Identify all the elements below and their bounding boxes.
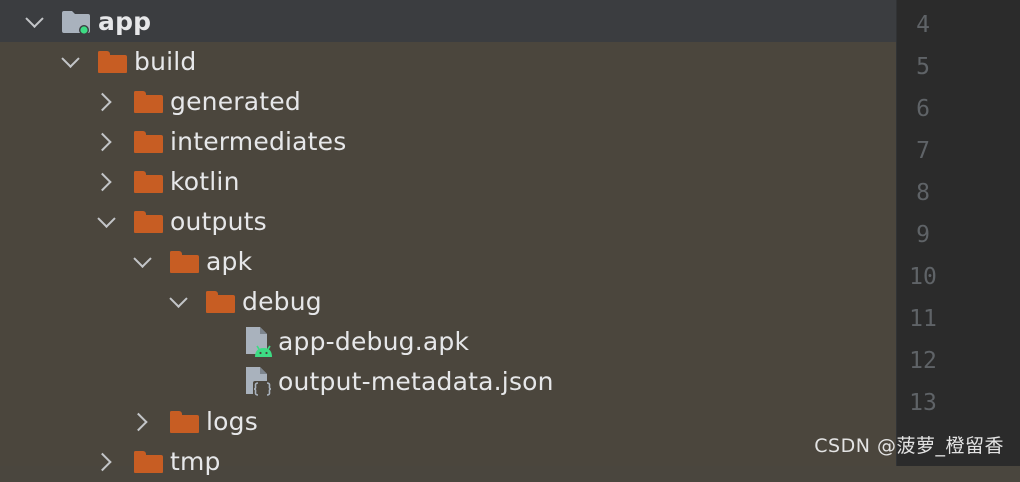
chevron-down-icon[interactable] <box>169 289 188 308</box>
tree-item-label: output-metadata.json <box>278 366 554 396</box>
tree-item-label: build <box>134 46 197 76</box>
tree-item-label: generated <box>170 86 301 116</box>
tree-item-label: tmp <box>170 446 221 476</box>
folder-icon <box>134 451 163 473</box>
tree-row-tmp[interactable]: tmp <box>0 442 896 482</box>
folder-icon <box>206 291 235 313</box>
folder-icon <box>98 51 127 73</box>
chevron-down-icon[interactable] <box>61 49 80 68</box>
tree-row-output-metadata-json[interactable]: output-metadata.json <box>0 362 896 402</box>
json-file-icon <box>245 366 272 398</box>
watermark-text: CSDN @菠萝_橙留香 <box>814 435 1004 457</box>
chevron-right-icon[interactable] <box>93 452 112 472</box>
android-apk-file-icon <box>245 326 272 358</box>
line-number: 11 <box>909 306 937 332</box>
tree-item-label: intermediates <box>170 126 347 156</box>
chevron-right-icon[interactable] <box>93 172 112 192</box>
pane-divider[interactable] <box>896 0 897 466</box>
tree-row-generated[interactable]: generated <box>0 82 896 122</box>
folder-icon <box>134 91 163 113</box>
tree-row-app[interactable]: app <box>0 2 896 42</box>
line-number: 10 <box>909 264 937 290</box>
tree-row-intermediates[interactable]: intermediates <box>0 122 896 162</box>
tree-item-label: logs <box>206 406 258 436</box>
tree-row-outputs[interactable]: outputs <box>0 202 896 242</box>
chevron-right-icon[interactable] <box>129 412 148 432</box>
tree-item-label: outputs <box>170 206 267 236</box>
module-folder-icon <box>62 11 90 35</box>
tree-row-build[interactable]: build <box>0 42 896 82</box>
folder-icon <box>134 171 163 193</box>
line-number: 13 <box>909 390 937 416</box>
folder-icon <box>170 411 199 433</box>
line-number: 9 <box>916 222 930 248</box>
line-number: 8 <box>916 180 930 206</box>
chevron-down-icon[interactable] <box>133 249 152 268</box>
folder-icon <box>134 211 163 233</box>
tree-row-logs[interactable]: logs <box>0 402 896 442</box>
chevron-down-icon[interactable] <box>97 209 116 228</box>
chevron-right-icon[interactable] <box>93 92 112 112</box>
line-number: 4 <box>916 12 930 38</box>
line-number: 12 <box>909 348 937 374</box>
tree-item-label: app-debug.apk <box>278 326 470 356</box>
chevron-right-icon[interactable] <box>93 132 112 152</box>
tree-row-kotlin[interactable]: kotlin <box>0 162 896 202</box>
tree-row-app-debug-apk[interactable]: app-debug.apk <box>0 322 896 362</box>
chevron-down-icon[interactable] <box>25 9 44 28</box>
folder-icon <box>134 131 163 153</box>
line-number: 5 <box>916 54 930 80</box>
line-number: 6 <box>916 96 930 122</box>
tree-row-debug[interactable]: debug <box>0 282 896 322</box>
tree-row-apk[interactable]: apk <box>0 242 896 282</box>
tree-item-label: kotlin <box>170 166 240 196</box>
tree-item-label: app <box>98 6 152 36</box>
folder-icon <box>170 251 199 273</box>
line-number: 7 <box>916 138 930 164</box>
tree-item-label: debug <box>242 286 322 316</box>
tree-item-label: apk <box>206 246 253 276</box>
project-tree-pane: app build generated intermediates kotlin… <box>0 0 896 476</box>
